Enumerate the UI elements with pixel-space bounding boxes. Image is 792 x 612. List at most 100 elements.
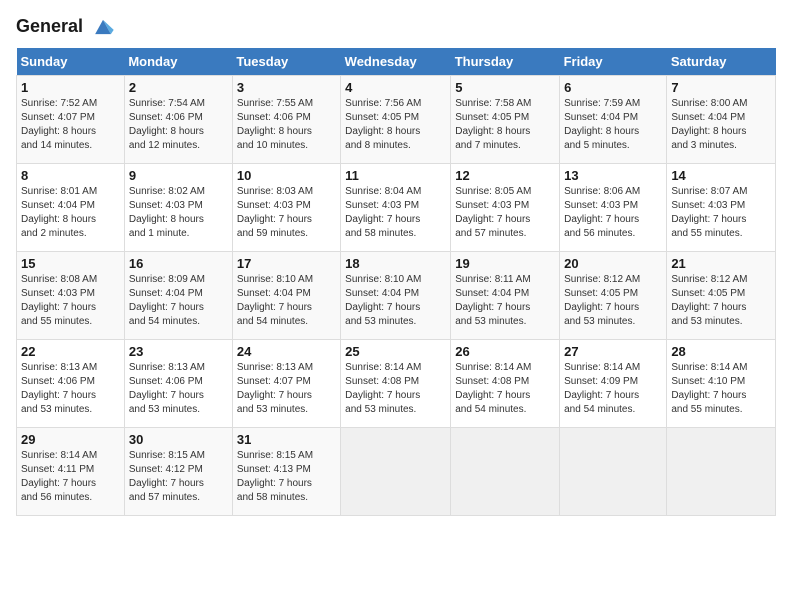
day-info: Sunrise: 8:10 AMSunset: 4:04 PMDaylight:… [345,273,446,329]
day-info: Sunrise: 8:15 AMSunset: 4:13 PMDaylight:… [237,449,336,505]
calendar-cell: 31 Sunrise: 8:15 AMSunset: 4:13 PMDayligh… [232,427,340,515]
day-number: 5 [455,80,555,95]
day-info: Sunrise: 8:15 AMSunset: 4:12 PMDaylight:… [129,449,228,505]
day-info: Sunrise: 8:14 AMSunset: 4:08 PMDaylight:… [345,361,446,417]
calendar-cell: 18 Sunrise: 8:10 AMSunset: 4:04 PMDayligh… [341,251,451,339]
calendar-cell: 5 Sunrise: 7:58 AMSunset: 4:05 PMDaylight… [451,75,560,163]
day-info: Sunrise: 7:56 AMSunset: 4:05 PMDaylight:… [345,97,446,153]
main-container: General SundayMondayTuesdayWednesdayThur… [0,0,792,524]
week-row-5: 29Sunrise: 8:14 AMSunset: 4:11 PMDayligh… [17,427,776,515]
day-number: 1 [21,80,120,95]
weekday-header-friday: Friday [560,48,667,76]
day-number: 3 [237,80,336,95]
calendar-cell [341,427,451,515]
calendar-cell [451,427,560,515]
day-info: Sunrise: 8:04 AMSunset: 4:03 PMDaylight:… [345,185,446,241]
day-number: 31 [237,432,336,447]
day-info: Sunrise: 8:01 AMSunset: 4:04 PMDaylight:… [21,185,120,241]
calendar-cell [560,427,667,515]
week-row-2: 8 Sunrise: 8:01 AMSunset: 4:04 PMDaylight… [17,163,776,251]
calendar-cell: 2Sunrise: 7:54 AMSunset: 4:06 PMDaylight… [124,75,232,163]
calendar-cell: 7 Sunrise: 8:00 AMSunset: 4:04 PMDaylight… [667,75,776,163]
logo-text: General [16,16,114,38]
calendar-cell: 12 Sunrise: 8:05 AMSunset: 4:03 PMDayligh… [451,163,560,251]
day-number: 7 [671,80,771,95]
weekday-header-thursday: Thursday [451,48,560,76]
calendar-cell: 28Sunrise: 8:14 AMSunset: 4:10 PMDayligh… [667,339,776,427]
calendar-cell: 17 Sunrise: 8:10 AMSunset: 4:04 PMDayligh… [232,251,340,339]
calendar-cell: 10 Sunrise: 8:03 AMSunset: 4:03 PMDayligh… [232,163,340,251]
weekday-header-tuesday: Tuesday [232,48,340,76]
calendar-cell: 8 Sunrise: 8:01 AMSunset: 4:04 PMDaylight… [17,163,125,251]
day-info: Sunrise: 8:05 AMSunset: 4:03 PMDaylight:… [455,185,555,241]
calendar-cell: 20 Sunrise: 8:12 AMSunset: 4:05 PMDayligh… [560,251,667,339]
day-number: 15 [21,256,120,271]
calendar-cell: 9 Sunrise: 8:02 AMSunset: 4:03 PMDaylight… [124,163,232,251]
calendar-cell [667,427,776,515]
day-number: 27 [564,344,662,359]
day-number: 24 [237,344,336,359]
day-number: 9 [129,168,228,183]
calendar-cell: 4 Sunrise: 7:56 AMSunset: 4:05 PMDaylight… [341,75,451,163]
calendar-cell: 14Sunrise: 8:07 AMSunset: 4:03 PMDayligh… [667,163,776,251]
calendar-cell: 15 Sunrise: 8:08 AMSunset: 4:03 PMDayligh… [17,251,125,339]
day-number: 16 [129,256,228,271]
day-info: Sunrise: 7:55 AMSunset: 4:06 PMDaylight:… [237,97,336,153]
weekday-header-row: SundayMondayTuesdayWednesdayThursdayFrid… [17,48,776,76]
day-number: 8 [21,168,120,183]
day-number: 10 [237,168,336,183]
day-info: Sunrise: 8:12 AMSunset: 4:05 PMDaylight:… [564,273,662,329]
week-row-3: 15 Sunrise: 8:08 AMSunset: 4:03 PMDayligh… [17,251,776,339]
day-number: 4 [345,80,446,95]
day-info: Sunrise: 7:59 AMSunset: 4:04 PMDaylight:… [564,97,662,153]
header: General [16,16,776,38]
day-info: Sunrise: 8:09 AMSunset: 4:04 PMDaylight:… [129,273,228,329]
day-info: Sunrise: 8:14 AMSunset: 4:11 PMDaylight:… [21,449,120,505]
day-info: Sunrise: 8:08 AMSunset: 4:03 PMDaylight:… [21,273,120,329]
calendar-cell: 11Sunrise: 8:04 AMSunset: 4:03 PMDayligh… [341,163,451,251]
logo: General [16,16,114,38]
day-number: 26 [455,344,555,359]
calendar-cell: 1Sunrise: 7:52 AMSunset: 4:07 PMDaylight… [17,75,125,163]
calendar-cell: 21 Sunrise: 8:12 AMSunset: 4:05 PMDayligh… [667,251,776,339]
day-info: Sunrise: 8:11 AMSunset: 4:04 PMDaylight:… [455,273,555,329]
day-number: 14 [671,168,771,183]
day-info: Sunrise: 8:13 AMSunset: 4:06 PMDaylight:… [129,361,228,417]
day-number: 21 [671,256,771,271]
day-number: 23 [129,344,228,359]
day-number: 20 [564,256,662,271]
day-number: 6 [564,80,662,95]
day-number: 17 [237,256,336,271]
day-number: 30 [129,432,228,447]
week-row-1: 1Sunrise: 7:52 AMSunset: 4:07 PMDaylight… [17,75,776,163]
day-info: Sunrise: 8:02 AMSunset: 4:03 PMDaylight:… [129,185,228,241]
day-number: 2 [129,80,228,95]
day-info: Sunrise: 8:10 AMSunset: 4:04 PMDaylight:… [237,273,336,329]
calendar-cell: 16 Sunrise: 8:09 AMSunset: 4:04 PMDayligh… [124,251,232,339]
weekday-header-sunday: Sunday [17,48,125,76]
day-number: 19 [455,256,555,271]
day-info: Sunrise: 8:14 AMSunset: 4:10 PMDaylight:… [671,361,771,417]
day-info: Sunrise: 8:00 AMSunset: 4:04 PMDaylight:… [671,97,771,153]
day-info: Sunrise: 8:03 AMSunset: 4:03 PMDaylight:… [237,185,336,241]
calendar-cell: 27Sunrise: 8:14 AMSunset: 4:09 PMDayligh… [560,339,667,427]
day-info: Sunrise: 8:14 AMSunset: 4:08 PMDaylight:… [455,361,555,417]
day-number: 12 [455,168,555,183]
calendar-cell: 3 Sunrise: 7:55 AMSunset: 4:06 PMDaylight… [232,75,340,163]
calendar-cell: 24 Sunrise: 8:13 AMSunset: 4:07 PMDayligh… [232,339,340,427]
week-row-4: 22Sunrise: 8:13 AMSunset: 4:06 PMDayligh… [17,339,776,427]
weekday-header-monday: Monday [124,48,232,76]
day-info: Sunrise: 7:58 AMSunset: 4:05 PMDaylight:… [455,97,555,153]
calendar-cell: 23 Sunrise: 8:13 AMSunset: 4:06 PMDayligh… [124,339,232,427]
weekday-header-wednesday: Wednesday [341,48,451,76]
calendar-cell: 26 Sunrise: 8:14 AMSunset: 4:08 PMDayligh… [451,339,560,427]
logo-icon [92,17,114,37]
weekday-header-saturday: Saturday [667,48,776,76]
day-info: Sunrise: 8:12 AMSunset: 4:05 PMDaylight:… [671,273,771,329]
calendar-cell: 13Sunrise: 8:06 AMSunset: 4:03 PMDayligh… [560,163,667,251]
day-info: Sunrise: 8:13 AMSunset: 4:07 PMDaylight:… [237,361,336,417]
calendar-cell: 6 Sunrise: 7:59 AMSunset: 4:04 PMDaylight… [560,75,667,163]
calendar-cell: 19 Sunrise: 8:11 AMSunset: 4:04 PMDayligh… [451,251,560,339]
calendar-cell: 25Sunrise: 8:14 AMSunset: 4:08 PMDayligh… [341,339,451,427]
day-number: 18 [345,256,446,271]
